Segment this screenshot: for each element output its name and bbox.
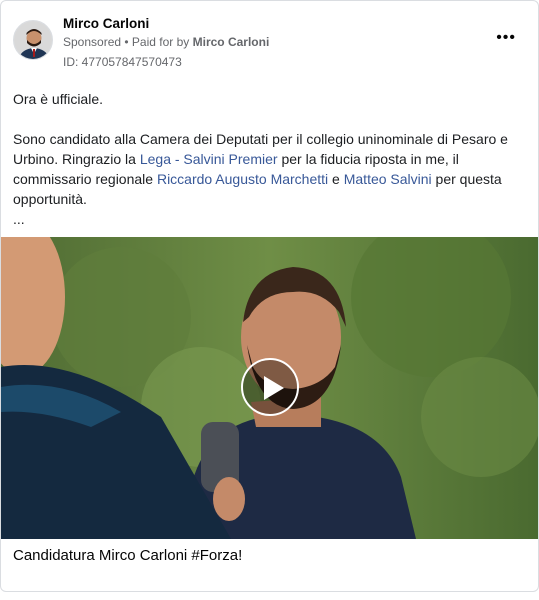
avatar-photo-icon [14,21,52,59]
post-text-paragraph: Sono candidato alla Camera dei Deputati … [13,129,518,209]
play-button-icon[interactable] [241,358,299,416]
separator-dot: • [121,35,132,49]
link-lega[interactable]: Lega - Salvini Premier [140,151,278,167]
author-name[interactable]: Mirco Carloni [63,16,149,31]
sponsored-line: Sponsored • Paid for by Mirco Carloni [63,35,269,49]
avatar[interactable] [13,20,53,60]
post-text-line1: Ora è ufficiale. [13,91,104,107]
more-options-icon[interactable]: ••• [496,30,516,46]
ad-id: ID: 477057847570473 [63,55,182,69]
paid-for-name[interactable]: Mirco Carloni [193,35,270,49]
text-segment: e [328,171,344,187]
see-more-ellipsis[interactable]: ... [13,209,518,229]
paid-for-prefix: Paid for by [131,35,193,49]
link-marchetti[interactable]: Riccardo Augusto Marchetti [157,171,328,187]
sponsored-label: Sponsored [63,35,122,49]
post-header: Mirco Carloni Sponsored • Paid for by Mi… [13,15,526,71]
link-salvini[interactable]: Matteo Salvini [344,171,432,187]
post-text: Ora è ufficiale. Sono candidato alla Cam… [13,89,518,229]
media-caption[interactable]: Candidatura Mirco Carloni #Forza! [13,547,242,564]
ad-card: Mirco Carloni Sponsored • Paid for by Mi… [0,0,539,592]
